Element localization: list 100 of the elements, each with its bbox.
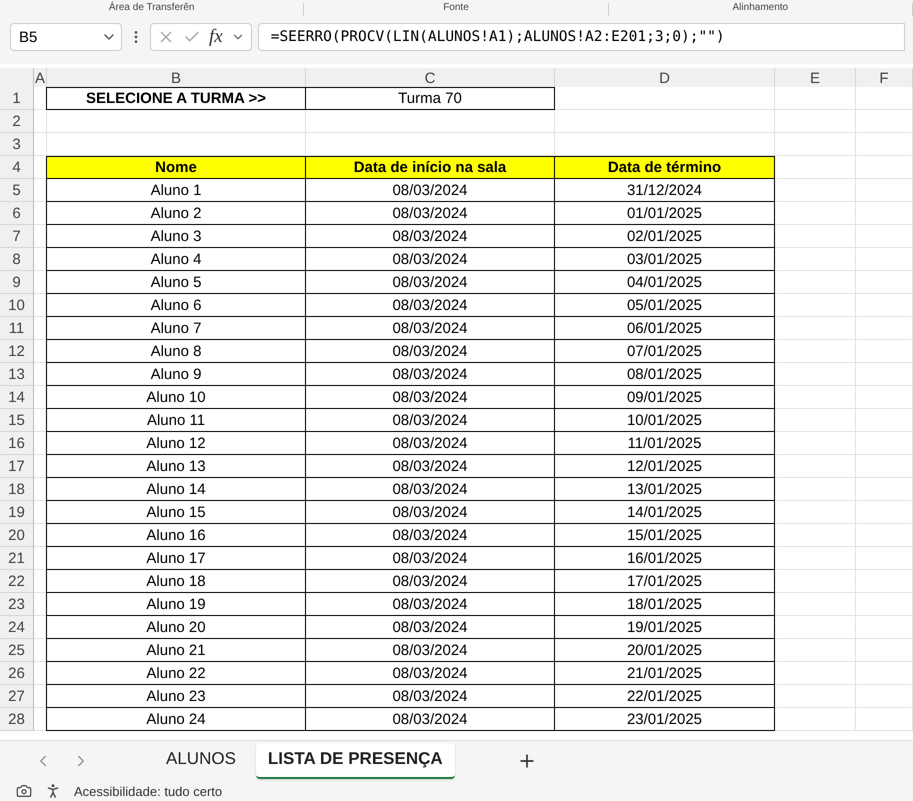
name-box[interactable]: B5 (10, 23, 122, 51)
row-header: 22 (0, 570, 34, 593)
table-cell: 20/01/2025 (555, 639, 775, 662)
table-cell: 06/01/2025 (555, 317, 775, 340)
table-cell: Aluno 23 (46, 685, 306, 708)
table-cell: Aluno 13 (46, 455, 306, 478)
accessibility-status[interactable]: Acessibilidade: tudo certo (74, 784, 222, 798)
table-cell: 08/03/2024 (306, 225, 555, 248)
table-cell: 08/03/2024 (306, 271, 555, 294)
table-cell: 08/03/2024 (306, 501, 555, 524)
table-cell: 08/03/2024 (306, 547, 555, 570)
column-header: Nome (46, 156, 306, 179)
table-cell: 14/01/2025 (555, 501, 775, 524)
table-cell: 08/03/2024 (306, 202, 555, 225)
table-cell: Aluno 8 (46, 340, 306, 363)
table-cell: 08/03/2024 (306, 409, 555, 432)
table-cell: 08/03/2024 (306, 294, 555, 317)
row-header: 25 (0, 639, 34, 662)
table-cell: 13/01/2025 (555, 478, 775, 501)
table-cell: Aluno 10 (46, 386, 306, 409)
table-cell: 23/01/2025 (555, 708, 775, 731)
row-header: 2 (0, 110, 34, 133)
row-header: 26 (0, 662, 34, 685)
table-cell: 08/03/2024 (306, 708, 555, 731)
table-cell: 15/01/2025 (555, 524, 775, 547)
row-header: 1 (0, 87, 34, 110)
table-cell: Aluno 1 (46, 179, 306, 202)
formula-field[interactable]: =SEERRO(PROCV(LIN(ALUNOS!A1);ALUNOS!A2:E201;3;0);"") (258, 23, 905, 51)
table-cell: Aluno 22 (46, 662, 306, 685)
table-cell: 08/03/2024 (306, 340, 555, 363)
table-cell: Aluno 19 (46, 593, 306, 616)
table-cell: 08/03/2024 (306, 478, 555, 501)
table-cell: 22/01/2025 (555, 685, 775, 708)
row-header: 20 (0, 524, 34, 547)
table-cell: 18/01/2025 (555, 593, 775, 616)
row-header: 12 (0, 340, 34, 363)
column-letter: A (34, 68, 47, 88)
row-header: 13 (0, 363, 34, 386)
table-cell: Aluno 5 (46, 271, 306, 294)
row-header: 21 (0, 547, 34, 570)
table-cell: 08/03/2024 (306, 179, 555, 202)
column-letter: B (47, 68, 306, 88)
row-header: 3 (0, 133, 34, 156)
table-cell: 08/03/2024 (306, 616, 555, 639)
table-cell: 17/01/2025 (555, 570, 775, 593)
row-header: 8 (0, 248, 34, 271)
sheet-tab[interactable]: ALUNOS (154, 743, 248, 779)
table-cell: Aluno 16 (46, 524, 306, 547)
row-header: 9 (0, 271, 34, 294)
table-cell: 16/01/2025 (555, 547, 775, 570)
row-header: 24 (0, 616, 34, 639)
column-header: Data de término (555, 156, 775, 179)
table-cell: Aluno 7 (46, 317, 306, 340)
row-header: 15 (0, 409, 34, 432)
table-cell: 11/01/2025 (555, 432, 775, 455)
table-cell: 07/01/2025 (555, 340, 775, 363)
table-cell: 21/01/2025 (555, 662, 775, 685)
table-cell: Aluno 18 (46, 570, 306, 593)
row-header: 23 (0, 593, 34, 616)
selector-value: Turma 70 (306, 87, 555, 110)
table-cell: 31/12/2024 (555, 179, 775, 202)
table-cell: Aluno 4 (46, 248, 306, 271)
column-letter: D (555, 68, 775, 88)
table-cell: Aluno 6 (46, 294, 306, 317)
table-cell: Aluno 2 (46, 202, 306, 225)
table-cell: Aluno 14 (46, 478, 306, 501)
table-cell: 08/03/2024 (306, 524, 555, 547)
sheet-tab[interactable]: LISTA DE PRESENÇA (256, 743, 455, 779)
table-cell: Aluno 9 (46, 363, 306, 386)
table-cell: 08/03/2024 (306, 662, 555, 685)
row-header: 5 (0, 179, 34, 202)
row-header: 19 (0, 501, 34, 524)
table-cell: 04/01/2025 (555, 271, 775, 294)
row-header: 27 (0, 685, 34, 708)
row-header: 18 (0, 478, 34, 501)
table-cell: Aluno 24 (46, 708, 306, 731)
table-cell: 08/03/2024 (306, 455, 555, 478)
table-cell: 19/01/2025 (555, 616, 775, 639)
camera-icon[interactable] (16, 783, 32, 799)
table-cell: Aluno 20 (46, 616, 306, 639)
row-header: 6 (0, 202, 34, 225)
table-cell: Aluno 3 (46, 225, 306, 248)
row-header: 16 (0, 432, 34, 455)
column-letter: C (306, 68, 555, 88)
ribbon-group-label: Alinhamento (608, 3, 913, 16)
table-cell: 01/01/2025 (555, 202, 775, 225)
table-cell: 08/01/2025 (555, 363, 775, 386)
column-header: Data de início na sala (306, 156, 555, 179)
table-cell: Aluno 12 (46, 432, 306, 455)
table-cell: 08/03/2024 (306, 363, 555, 386)
table-cell: 05/01/2025 (555, 294, 775, 317)
table-cell: 09/01/2025 (555, 386, 775, 409)
table-cell: Aluno 21 (46, 639, 306, 662)
table-cell: Aluno 17 (46, 547, 306, 570)
table-cell: 08/03/2024 (306, 570, 555, 593)
table-cell: 08/03/2024 (306, 685, 555, 708)
insert-function-button[interactable]: fx (209, 26, 223, 48)
ribbon-group-label: Área de Transferên (0, 3, 304, 16)
table-cell: 08/03/2024 (306, 432, 555, 455)
table-cell: 08/03/2024 (306, 593, 555, 616)
